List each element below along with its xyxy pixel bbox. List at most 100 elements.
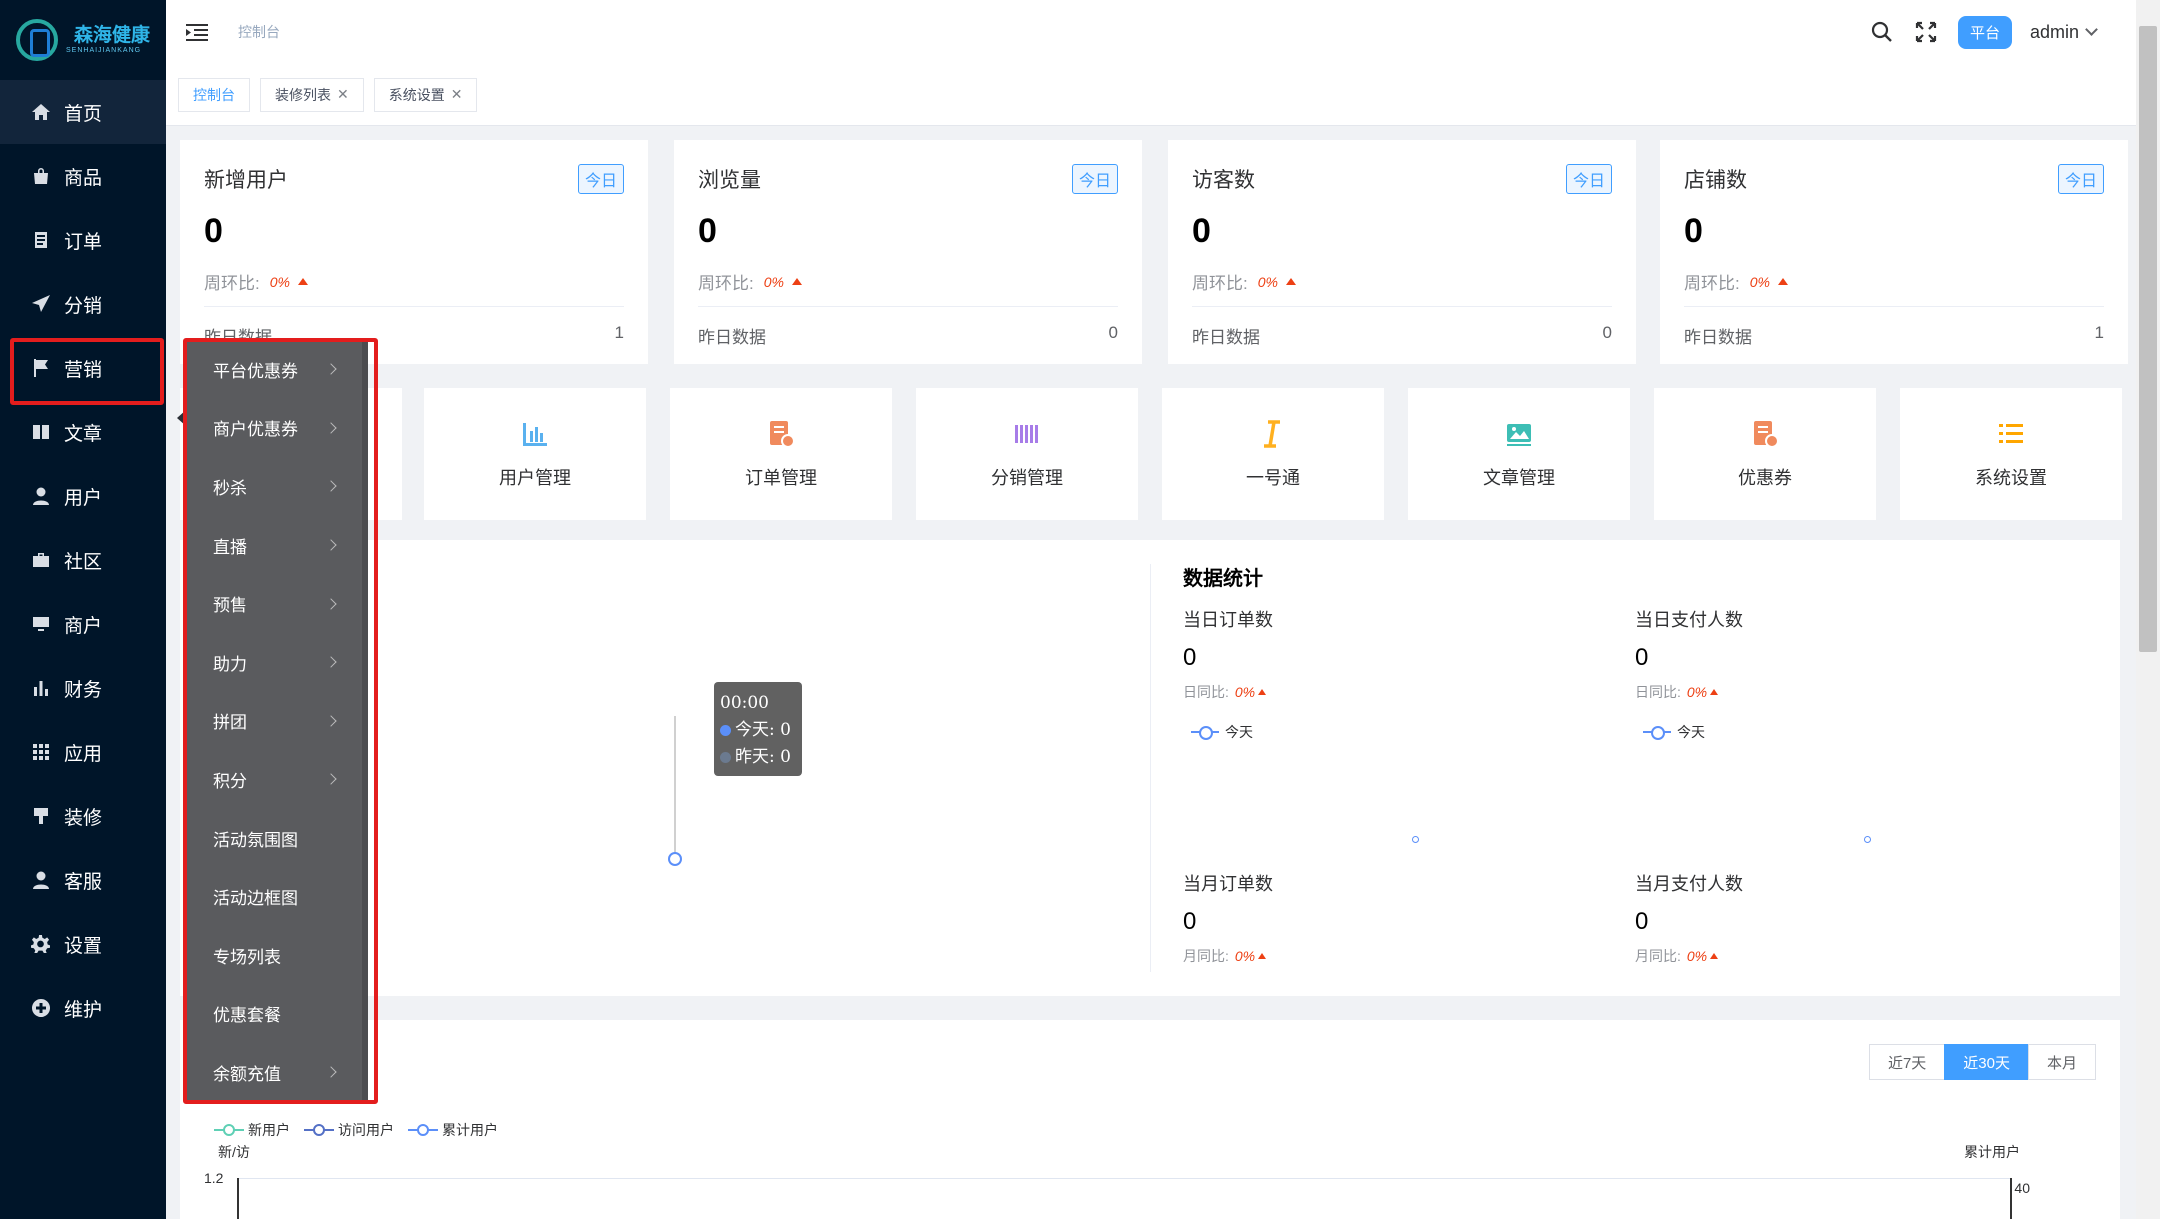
left-axis-name: 新/访	[218, 1144, 250, 1160]
search-icon[interactable]	[1870, 20, 1894, 44]
tooltip-yesterday-dot	[720, 752, 731, 763]
stat-ratio: 周环比: 0%	[1684, 269, 2104, 294]
chevron-down-icon	[2085, 23, 2098, 36]
monitor-icon	[30, 613, 52, 635]
ratio-label: 周环比:	[204, 274, 260, 293]
sidebar-item[interactable]: 设置	[0, 912, 166, 976]
left-axis	[237, 1178, 239, 1219]
data-stat-ratio: 月同比: 0%	[1635, 946, 2055, 966]
quick-link-label: 系统设置	[1975, 468, 2047, 488]
range-button[interactable]: 近7天	[1868, 1044, 1946, 1080]
sidebar-item[interactable]: 用户	[0, 464, 166, 528]
quick-link-card[interactable]: 优惠券	[1654, 388, 1876, 520]
range-button[interactable]: 近30天	[1944, 1044, 2029, 1080]
logo[interactable]: 森海健康 SENHAIJIANKANG	[0, 0, 166, 80]
coupon-icon	[1749, 418, 1781, 450]
legend-item[interactable]: 访问用户	[304, 1120, 394, 1140]
quick-link-card[interactable]: 用户管理	[424, 388, 646, 520]
range-button[interactable]: 本月	[2027, 1044, 2096, 1080]
foot-value: 0	[1602, 323, 1612, 342]
sidebar-item[interactable]: 维护	[0, 976, 166, 1040]
stat-title: 浏览量	[698, 169, 761, 192]
submenu-highlight-box	[183, 338, 378, 1104]
ratio-value: 0%	[1257, 273, 1278, 290]
legend-marker-icon	[214, 1124, 244, 1136]
scrollbar-thumb[interactable]	[2139, 26, 2157, 652]
sidebar-item-label: 用户	[64, 487, 103, 509]
user-menu[interactable]: admin	[2030, 22, 2098, 43]
quick-link-card[interactable]: 分销管理	[916, 388, 1138, 520]
up-arrow-icon	[1285, 278, 1296, 285]
legend-item[interactable]: 累计用户	[408, 1120, 498, 1140]
close-icon[interactable]: ✕	[451, 86, 463, 103]
today-badge: 今日	[2057, 164, 2104, 194]
grid-icon	[30, 741, 52, 763]
right-axis-name: 累计用户	[1964, 1144, 2020, 1160]
bag-icon	[30, 165, 52, 187]
page-tag[interactable]: 装修列表 ✕	[260, 77, 364, 112]
sidebar-item-label: 商品	[64, 167, 103, 189]
ratio-label: 周环比:	[1192, 274, 1248, 293]
sidebar-item-label: 应用	[64, 743, 103, 765]
brush-icon	[30, 805, 52, 827]
data-stat-value: 0	[1183, 908, 1197, 935]
stat-ratio: 周环比: 0%	[204, 269, 624, 294]
sidebar-item[interactable]: 客服	[0, 848, 166, 912]
order-doc-icon	[765, 418, 797, 450]
legend-item[interactable]: 新用户	[214, 1120, 290, 1140]
sidebar-item[interactable]: 文章	[0, 400, 166, 464]
data-stat-block: 当日订单数 0 日同比: 0% 今天	[1183, 606, 1603, 742]
platform-badge[interactable]: 平台	[1957, 15, 2012, 49]
sidebar-item-label: 首页	[64, 103, 103, 125]
stat-card: 浏览量 今日 0 周环比: 0% 昨日数据 0	[674, 140, 1142, 364]
up-arrow-icon	[297, 278, 308, 285]
ratio-label: 周环比:	[1684, 274, 1740, 293]
gear-icon	[30, 933, 52, 955]
chart-point[interactable]	[668, 852, 682, 866]
mini-chart-legend[interactable]: 今天	[1643, 722, 2055, 742]
quick-link-card[interactable]: 一号通	[1162, 388, 1384, 520]
menu-collapse-icon[interactable]	[186, 22, 212, 42]
up-arrow-icon	[1777, 278, 1788, 285]
sidebar-item[interactable]: 财务	[0, 656, 166, 720]
data-stats-title: 数据统计	[1183, 568, 1263, 590]
quick-link-card[interactable]: 订单管理	[670, 388, 892, 520]
page-tag[interactable]: 控制台	[178, 77, 250, 112]
sidebar-item[interactable]: 商品	[0, 144, 166, 208]
data-stat-label: 当日订单数	[1183, 610, 1273, 630]
sidebar-item[interactable]: 订单	[0, 208, 166, 272]
today-badge: 今日	[1565, 164, 1612, 194]
sidebar-item[interactable]: 分销	[0, 272, 166, 336]
sidebar-item-label: 设置	[64, 935, 103, 957]
ratio-label: 月同比:	[1183, 948, 1229, 964]
quick-link-card[interactable]: 文章管理	[1408, 388, 1630, 520]
stat-card: 店铺数 今日 0 周环比: 0% 昨日数据 1	[1660, 140, 2128, 364]
sidebar-item-label: 装修	[64, 807, 103, 829]
quick-link-label: 订单管理	[745, 468, 817, 488]
fullscreen-icon[interactable]	[1914, 20, 1938, 44]
mini-chart-legend[interactable]: 今天	[1191, 722, 1603, 742]
sidebar-item[interactable]: 装修	[0, 784, 166, 848]
quick-link-card[interactable]: 系统设置	[1900, 388, 2122, 520]
page-scrollbar[interactable]	[2136, 0, 2160, 1219]
sidebar-item[interactable]: 商户	[0, 592, 166, 656]
legend-label: 访问用户	[338, 1122, 394, 1138]
legend-label: 今天	[1677, 724, 1705, 740]
ratio-label: 月同比:	[1635, 948, 1681, 964]
page-tag[interactable]: 系统设置 ✕	[373, 77, 478, 112]
breadcrumb[interactable]: 控制台	[238, 22, 280, 42]
sidebar-item-label: 社区	[64, 551, 103, 573]
data-stat-block: 当月订单数 0 月同比: 0%	[1183, 870, 1603, 966]
data-stat-ratio: 日同比: 0%	[1183, 682, 1603, 702]
send-icon	[30, 293, 52, 315]
sidebar-item[interactable]: 应用	[0, 720, 166, 784]
sidebar-item[interactable]: 社区	[0, 528, 166, 592]
close-icon[interactable]: ✕	[337, 86, 349, 103]
right-axis-tick: 40	[2014, 1180, 2030, 1196]
data-stat-label: 当月订单数	[1183, 874, 1273, 894]
sidebar-item[interactable]: 首页	[0, 80, 166, 144]
user-chart-legend: 新用户 访问用户 累计用户	[214, 1120, 512, 1140]
legend-label: 新用户	[248, 1122, 290, 1138]
left-axis-tick: 1.2	[204, 1170, 224, 1186]
up-arrow-icon	[1710, 953, 1719, 959]
